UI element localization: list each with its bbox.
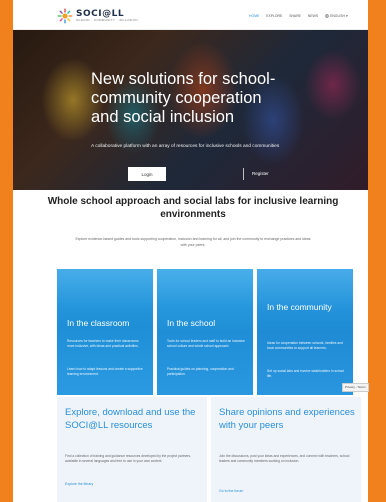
hero-title: New solutions for school-community coope… [91,70,276,126]
hero-banner: New solutions for school-community coope… [13,30,368,190]
logo-text: SOCI@LL SCHOOL · COMMUNITY · INCLUSION [76,10,138,22]
card-school[interactable]: In the school Tools for school leaders a… [157,269,253,395]
main-nav: HOME EXPLORE SHARE NEWS ENGLISH ▾ [249,14,348,18]
card-image [57,269,153,309]
logo-tagline: SCHOOL · COMMUNITY · INCLUSION [76,18,138,22]
panel-text: Find a collection of training and guidan… [65,454,192,464]
panel-title: Explore, download and use the SOCI@LL re… [65,407,196,431]
card-text: Learn how to adapt lessons and create a … [67,367,143,377]
login-button[interactable]: Login [128,167,166,181]
nav-item-home[interactable]: HOME [249,14,259,18]
hero-subtitle: A collaborative platform with an array o… [91,144,280,149]
top-bar: SOCI@LL SCHOOL · COMMUNITY · INCLUSION H… [13,0,368,30]
language-label: ENGLISH [330,14,345,18]
panel-explore-resources: Explore, download and use the SOCI@LL re… [57,397,207,502]
card-text: Practical guides on planning, cooperatio… [167,367,234,377]
language-selector[interactable]: ENGLISH ▾ [325,14,348,18]
card-classroom[interactable]: In the classroom Resources for teachers … [57,269,153,395]
register-link[interactable]: Register [252,171,269,176]
globe-icon [325,14,329,18]
panel-title: Share opinions and experiences with your… [219,407,355,431]
card-text: Resources for teachers to make their cla… [67,339,139,349]
chevron-down-icon: ▾ [345,14,348,18]
forum-link[interactable]: Go to the forum [219,489,243,493]
section-description: Explore evidence-based guides and tools … [75,237,311,247]
card-title: In the classroom [67,318,130,328]
sun-logo-icon [57,8,73,24]
nav-item-explore[interactable]: EXPLORE [266,14,282,18]
hero-divider [243,168,244,180]
card-text: Set up social labs and involve stakehold… [267,369,344,379]
nav-item-share[interactable]: SHARE [289,14,301,18]
explore-library-link[interactable]: Explore the library [65,482,93,486]
card-text: Tools for school leaders and staff to bu… [167,339,245,349]
nav-item-news[interactable]: NEWS [308,14,318,18]
card-text: Ideas for cooperation between schools, f… [267,341,343,351]
card-image [157,269,253,309]
site-logo[interactable]: SOCI@LL SCHOOL · COMMUNITY · INCLUSION [57,8,138,24]
card-community[interactable]: In the community Ideas for cooperation b… [257,269,353,395]
card-title: In the school [167,318,216,328]
section-title: Whole school approach and social labs fo… [47,196,339,220]
privacy-badge[interactable]: Privacy - Terms [342,383,369,392]
card-title: In the community [267,302,332,312]
page: SOCI@LL SCHOOL · COMMUNITY · INCLUSION H… [13,0,368,502]
panel-text: Join the discussions, post your ideas an… [219,454,350,464]
panel-share-experiences: Share opinions and experiences with your… [211,397,361,502]
